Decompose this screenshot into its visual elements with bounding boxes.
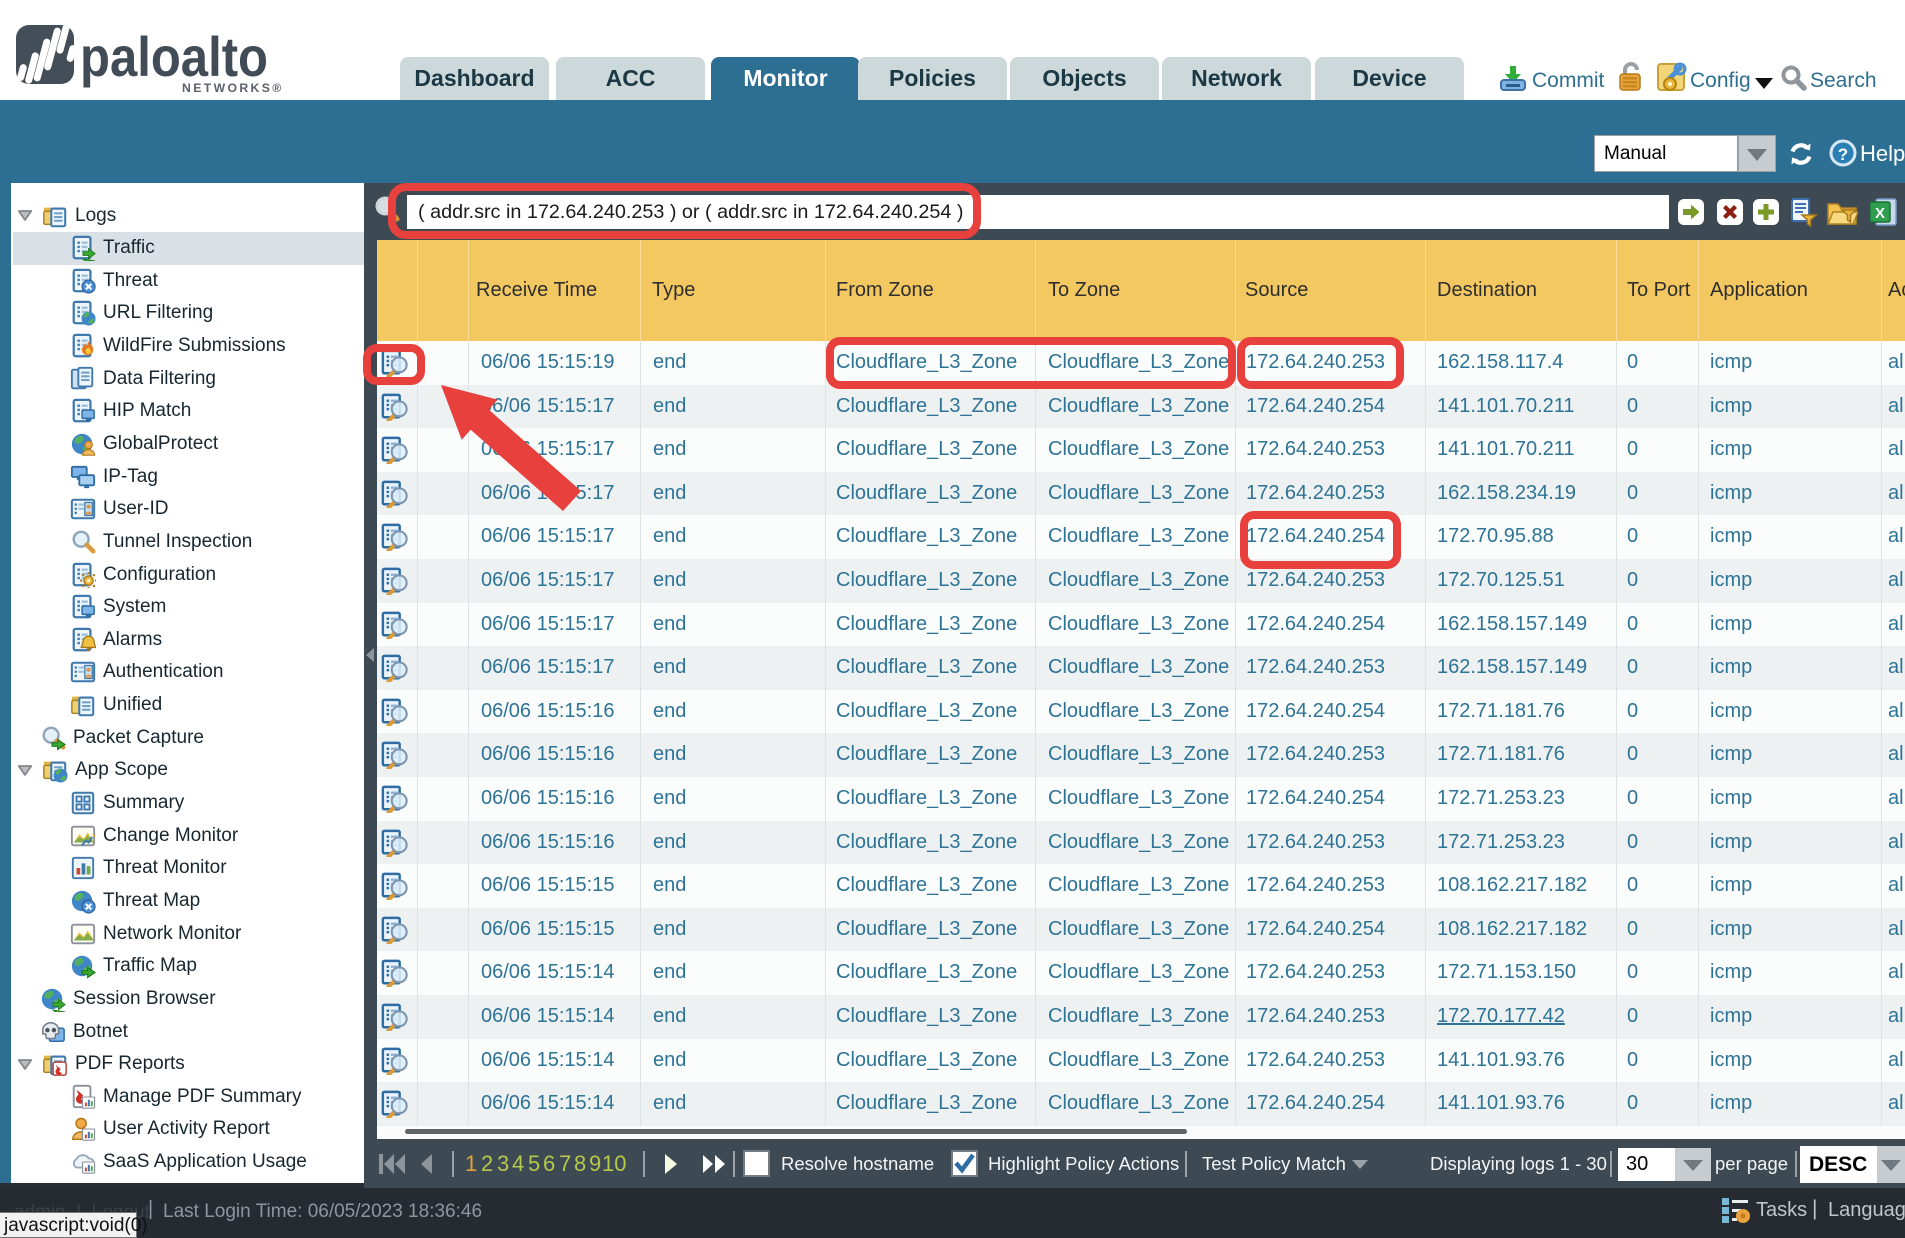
svg-text:paloalto: paloalto: [80, 25, 268, 88]
svg-text:?: ?: [1838, 145, 1848, 164]
svg-text:NETWORKS®: NETWORKS®: [182, 81, 284, 95]
svg-text:X: X: [1875, 205, 1885, 222]
